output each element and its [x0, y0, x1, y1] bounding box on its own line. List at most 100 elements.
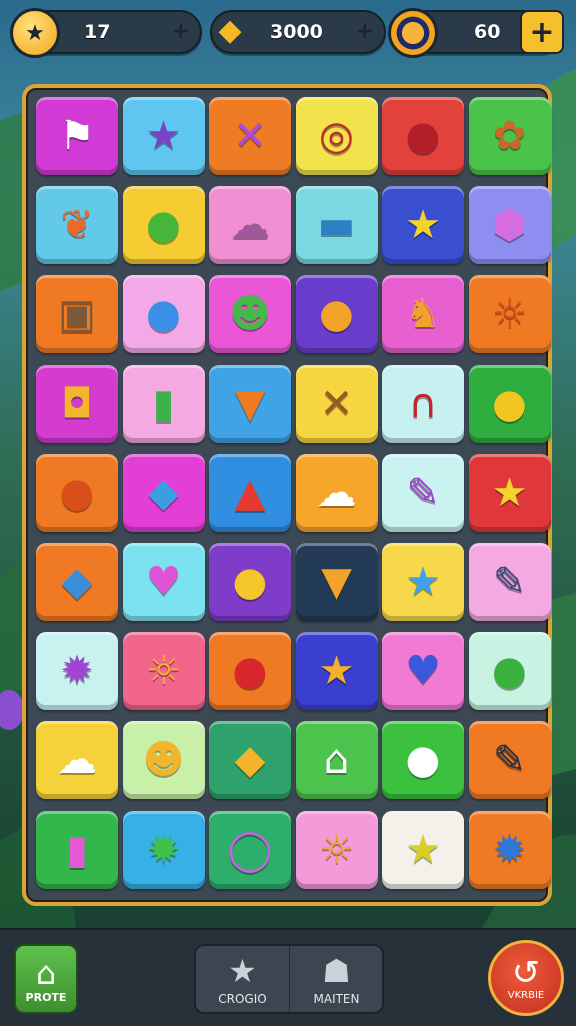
- magnifier-icon: ●: [492, 648, 527, 695]
- gems-value: 3000: [270, 21, 323, 43]
- balloon-icon: ●: [405, 113, 441, 159]
- board-tile[interactable]: ●: [295, 275, 378, 354]
- star-shield-icon: ★: [491, 469, 528, 516]
- board-tile[interactable]: ☻: [209, 275, 291, 354]
- board-tile[interactable]: ✹: [36, 632, 118, 711]
- board-tile[interactable]: ●: [468, 364, 551, 443]
- board-tile[interactable]: ❦: [36, 186, 118, 265]
- coins-value: 60: [474, 21, 501, 43]
- board-tile[interactable]: ▮: [122, 364, 205, 443]
- board-tile[interactable]: ★: [382, 543, 464, 621]
- board-tile[interactable]: ◯: [209, 810, 291, 889]
- board-tile[interactable]: ♥: [382, 632, 464, 711]
- smiley-icon: ☻: [142, 737, 185, 784]
- carrot-icon: ▼: [321, 559, 352, 605]
- board-tile[interactable]: ✹: [122, 810, 205, 889]
- fish-icon: ◆: [148, 469, 179, 516]
- board-tile[interactable]: ◘: [36, 364, 118, 443]
- board-tile[interactable]: ●: [209, 632, 291, 711]
- crossed-swords-icon: ✕: [319, 380, 354, 427]
- board-tile[interactable]: ◆: [122, 453, 205, 532]
- home-button-label: PROTE: [25, 991, 67, 1004]
- board-tile[interactable]: ●: [209, 543, 291, 621]
- board-tile[interactable]: ✕: [209, 97, 291, 175]
- flag-banner-icon: ▬: [317, 202, 356, 249]
- board-tile[interactable]: ∩: [382, 364, 464, 443]
- house-icon: ⌂: [323, 737, 350, 784]
- board-tile[interactable]: ▬: [295, 186, 378, 265]
- star-badge-icon: ★: [10, 8, 60, 58]
- cake-icon: ☁: [230, 202, 270, 249]
- add-gems-button[interactable]: +: [356, 19, 374, 44]
- board-tile[interactable]: ✿: [468, 97, 551, 175]
- board-tile[interactable]: ★: [382, 186, 464, 265]
- sun-icon: ☼: [318, 826, 355, 873]
- board-tile[interactable]: ◆: [36, 543, 118, 621]
- star-button-label: CROGIO: [218, 992, 267, 1006]
- board-tile[interactable]: ●: [382, 97, 464, 175]
- coins-counter: 60 +: [388, 8, 564, 58]
- board-tile[interactable]: ★: [295, 632, 378, 711]
- home-button[interactable]: ⌂ PROTE: [14, 944, 78, 1014]
- board-tile[interactable]: ▣: [36, 275, 118, 354]
- board-tile[interactable]: ⌂: [295, 721, 378, 800]
- board-tile[interactable]: ♞: [382, 275, 464, 354]
- board-tile[interactable]: ☁: [209, 186, 291, 265]
- puzzle-piece-icon: ☗: [322, 952, 351, 990]
- board-tile[interactable]: ✹: [468, 810, 551, 889]
- board-tile[interactable]: ✎: [382, 453, 464, 532]
- board-tile[interactable]: ☁: [36, 721, 118, 800]
- stars-counter: ★ 17 +: [10, 8, 202, 58]
- car-icon: ∩: [408, 380, 438, 427]
- board-tile[interactable]: ☼: [295, 810, 378, 889]
- magnifier-icon: ◯: [227, 826, 273, 873]
- add-stars-button[interactable]: +: [172, 19, 190, 44]
- pencil-icon: ✎: [492, 737, 527, 784]
- house-icon: ⌂: [35, 954, 57, 992]
- board-tile[interactable]: ◎: [295, 97, 378, 175]
- purple-flower-decoration: [0, 690, 24, 730]
- board-tile[interactable]: ☼: [468, 275, 551, 354]
- board-tile[interactable]: ⬢: [468, 186, 551, 265]
- map-button-label: MAITEN: [313, 992, 360, 1006]
- board-tile[interactable]: ●: [382, 721, 464, 800]
- board-tile[interactable]: ♥: [122, 543, 205, 621]
- board-tile[interactable]: ☁: [295, 453, 378, 532]
- target-icon: [388, 8, 438, 58]
- star-button[interactable]: ★ CROGIO: [196, 946, 290, 1012]
- heart-icon: ♥: [145, 559, 182, 605]
- board-tile[interactable]: ✎: [468, 543, 551, 621]
- sun-icon: ✹: [60, 648, 94, 695]
- board-tile[interactable]: ⚑: [36, 97, 118, 175]
- board-tile[interactable]: ◆: [209, 721, 291, 800]
- bottom-nav-bar: ⌂ PROTE ★ CROGIO ☗ MAITEN ↺ VKRBIE: [0, 928, 576, 1026]
- board-tile[interactable]: ●: [122, 275, 205, 354]
- game-board: ⚑ ★ ✕ ◎ ● ✿ ❦ ● ☁ ▬ ★ ⬢ ▣ ● ☻ ● ♞ ☼ ◘ ▮ ▼ ✕ ∩ ● ● ◆ ▲ ☁ ✎ ★ ◆ ♥ ● ▼ ★ ✎ ✹ ☼ ● ★…: [22, 84, 552, 906]
- refresh-button[interactable]: ↺ VKRBIE: [488, 940, 564, 1016]
- board-tile[interactable]: ✕: [295, 364, 378, 443]
- board-tile[interactable]: ☻: [122, 721, 205, 800]
- diamond-icon: ◆: [234, 737, 266, 784]
- board-tile[interactable]: ✎: [468, 721, 551, 800]
- star-icon: ★: [405, 202, 441, 249]
- board-tile[interactable]: ☼: [122, 632, 205, 711]
- board-tile[interactable]: ★: [468, 453, 551, 532]
- star-icon: ★: [318, 648, 355, 695]
- board-tile[interactable]: ▼: [209, 364, 291, 443]
- board-tile[interactable]: ▲: [209, 453, 291, 532]
- board-tile[interactable]: ★: [122, 97, 205, 175]
- pencil-icon: ✎: [492, 559, 527, 605]
- board-tile[interactable]: ★: [382, 810, 464, 889]
- board-tile[interactable]: ●: [468, 632, 551, 711]
- sun-icon: ☼: [491, 291, 528, 338]
- center-button-group: ★ CROGIO ☗ MAITEN: [194, 944, 384, 1014]
- popsicle-icon: ▮: [152, 380, 175, 427]
- refresh-icon: ↺: [511, 953, 541, 993]
- board-tile[interactable]: ●: [36, 453, 118, 532]
- board-tile[interactable]: ▼: [295, 543, 378, 621]
- add-coins-button[interactable]: +: [520, 10, 564, 54]
- board-tile[interactable]: ▮: [36, 810, 118, 889]
- balloon-icon: ●: [319, 291, 354, 338]
- map-button[interactable]: ☗ MAITEN: [290, 946, 383, 1012]
- board-tile[interactable]: ●: [122, 186, 205, 265]
